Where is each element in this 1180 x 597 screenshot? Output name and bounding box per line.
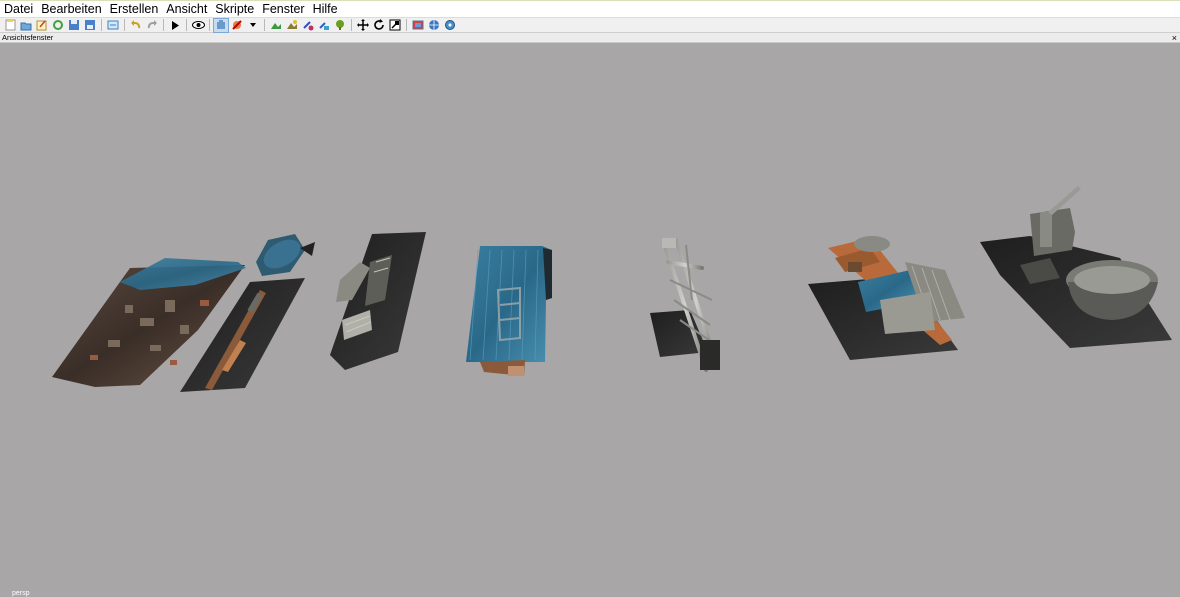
toolbar-separator — [186, 19, 187, 31]
object-icon[interactable] — [301, 19, 315, 32]
menu-skripte[interactable]: Skripte — [211, 1, 258, 18]
open-file-icon[interactable] — [19, 19, 33, 32]
play-icon[interactable] — [168, 19, 182, 32]
eye-icon[interactable] — [191, 19, 205, 32]
edit-icon[interactable] — [35, 19, 49, 32]
menu-erstellen[interactable]: Erstellen — [106, 1, 163, 18]
toolbar-separator — [101, 19, 102, 31]
scene-object-debris-planks — [808, 236, 965, 360]
globe-icon[interactable] — [427, 19, 441, 32]
menu-bar: Datei Bearbeiten Erstellen Ansicht Skrip… — [0, 0, 1180, 17]
menu-fenster[interactable]: Fenster — [258, 1, 308, 18]
rotate-icon[interactable] — [372, 19, 386, 32]
save-icon[interactable] — [67, 19, 81, 32]
toolbar-separator — [351, 19, 352, 31]
refresh-icon[interactable] — [51, 19, 65, 32]
scene-object-crate-slab — [330, 232, 426, 370]
dropdown-arrow-icon[interactable] — [246, 19, 260, 32]
import-icon[interactable] — [106, 19, 120, 32]
toolbar-separator — [124, 19, 125, 31]
tree-icon[interactable] — [333, 19, 347, 32]
menu-ansicht[interactable]: Ansicht — [162, 1, 211, 18]
viewport-panel-header: Ansichtsfenster × — [0, 33, 1180, 43]
vegetation-icon[interactable] — [317, 19, 331, 32]
scene-object-blue-plate — [466, 246, 552, 376]
menu-bearbeiten[interactable]: Bearbeiten — [37, 1, 105, 18]
scene-object-scaffold — [650, 238, 720, 372]
scale-icon[interactable] — [388, 19, 402, 32]
paint-icon[interactable] — [285, 19, 299, 32]
menu-datei[interactable]: Datei — [0, 1, 37, 18]
camera-label: persp — [12, 590, 30, 597]
toolbar — [0, 17, 1180, 33]
scene-render — [52, 186, 1172, 392]
close-icon[interactable]: × — [1172, 33, 1180, 43]
toolbar-separator — [163, 19, 164, 31]
terrain-icon[interactable] — [269, 19, 283, 32]
panel-title: Ansichtsfenster — [2, 32, 54, 42]
toolbar-separator — [209, 19, 210, 31]
scene-object-bowl-stove — [980, 186, 1172, 348]
save-as-icon[interactable] — [83, 19, 97, 32]
camera-icon[interactable] — [213, 17, 229, 33]
toolbar-separator — [264, 19, 265, 31]
settings-icon[interactable] — [443, 19, 457, 32]
toolbar-separator — [406, 19, 407, 31]
window-icon[interactable] — [411, 19, 425, 32]
undo-icon[interactable] — [129, 19, 143, 32]
redo-icon[interactable] — [145, 19, 159, 32]
3d-viewport[interactable]: persp — [0, 43, 1180, 597]
no-render-icon[interactable] — [230, 19, 244, 32]
move-icon[interactable] — [356, 19, 370, 32]
menu-hilfe[interactable]: Hilfe — [309, 1, 342, 18]
new-file-icon[interactable] — [3, 19, 17, 32]
